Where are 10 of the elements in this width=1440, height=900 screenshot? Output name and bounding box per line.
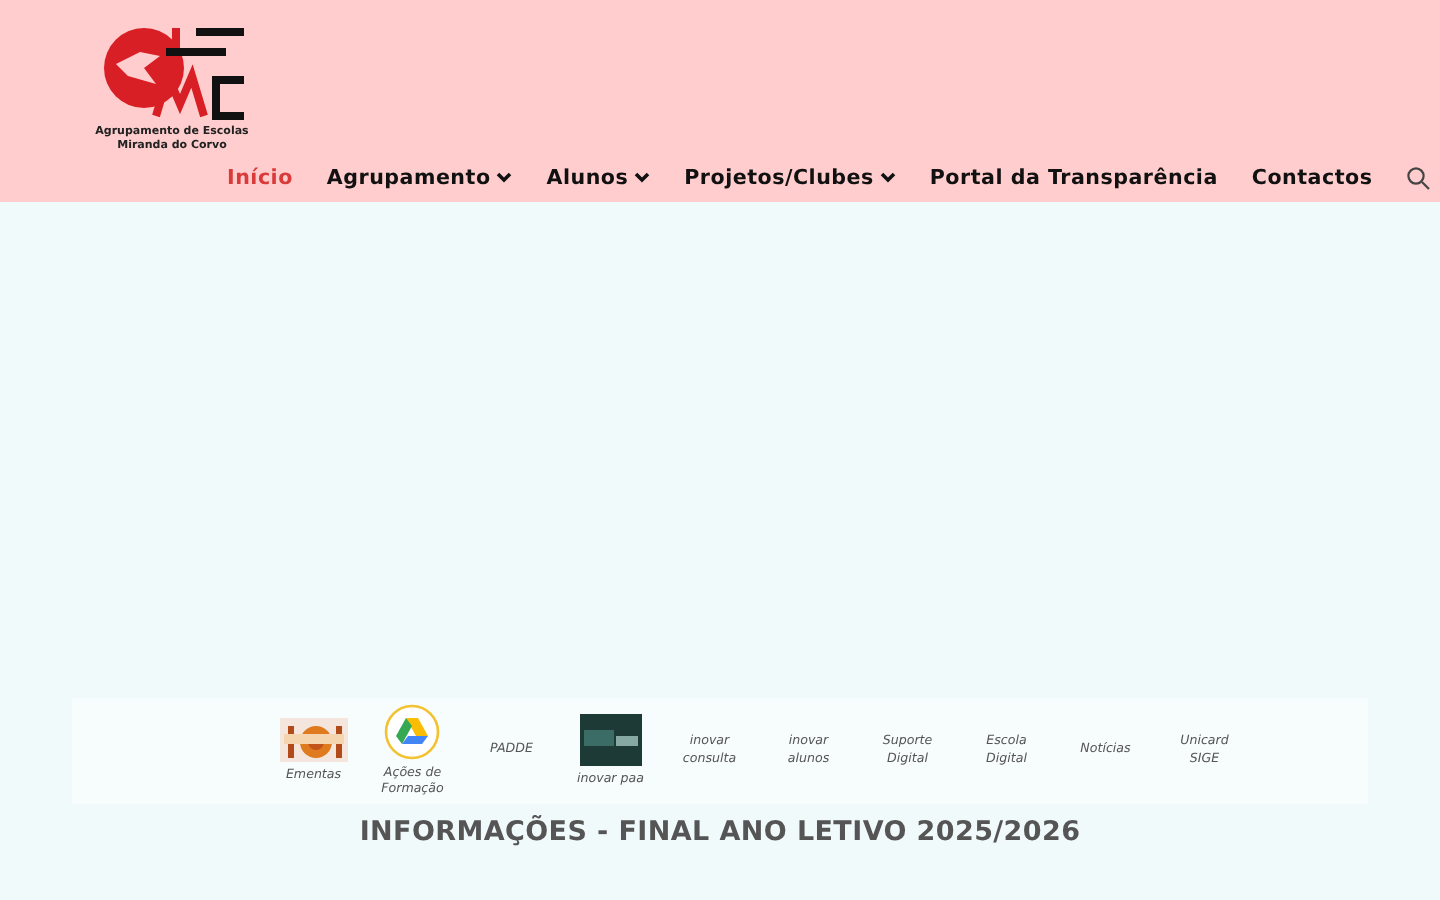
nav-link[interactable]: Projetos/Clubes — [667, 162, 913, 194]
nav-link[interactable]: Portal da Transparência — [912, 162, 1235, 194]
section-heading: INFORMAÇÕES - FINAL ANO LETIVO 2025/2026 — [359, 816, 1081, 848]
search-icon[interactable] — [1405, 166, 1430, 190]
drive-icon[interactable] — [384, 703, 441, 759]
inovar-logo-icon[interactable] — [579, 713, 642, 766]
nav-link[interactable]: Agrupamento — [309, 162, 530, 194]
nav-link[interactable]: Contactos — [1234, 162, 1390, 194]
nav-link[interactable]: Alunos — [529, 162, 668, 194]
logo-icon — [100, 24, 248, 124]
